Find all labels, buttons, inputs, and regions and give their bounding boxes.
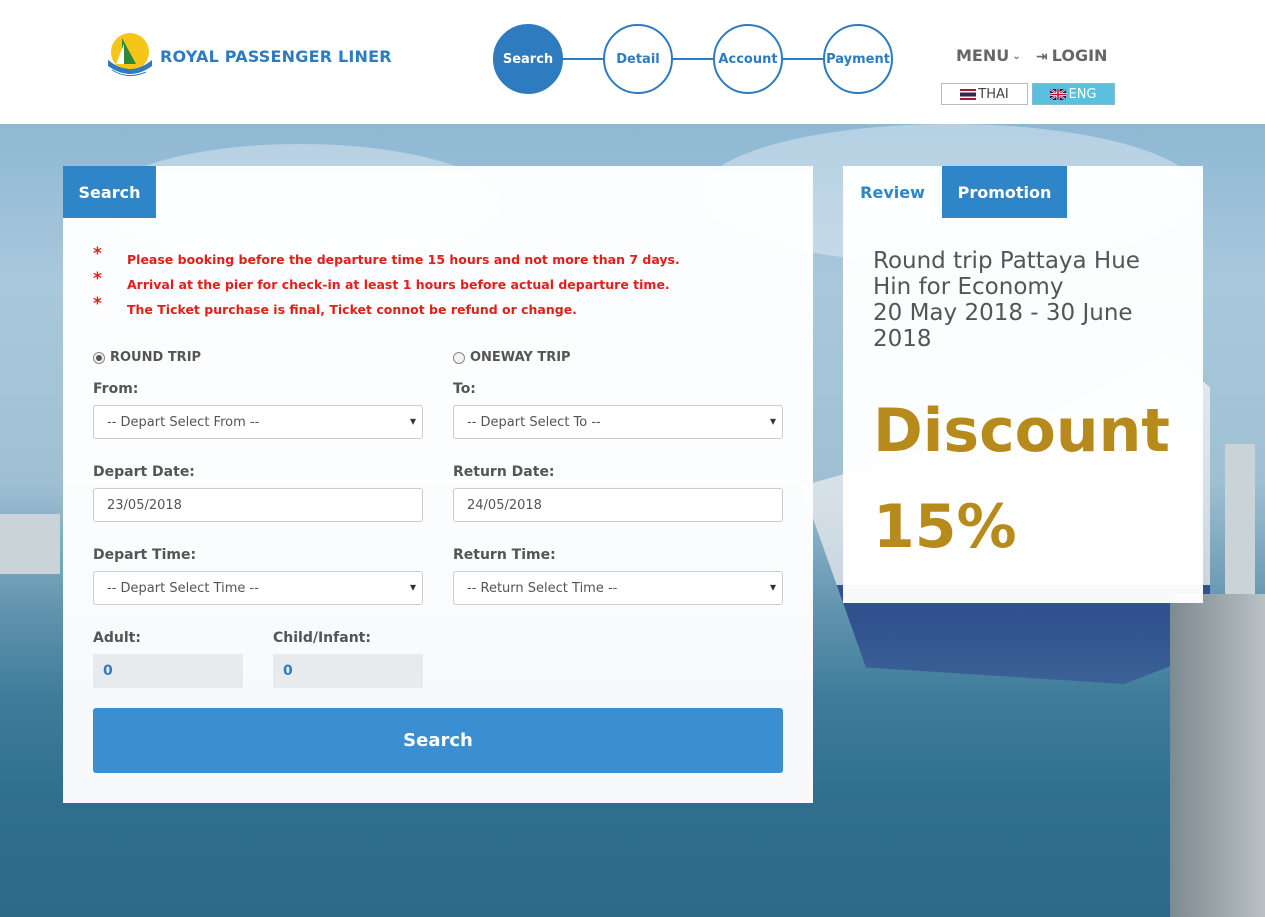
depart-time-select[interactable]: -- Depart Select Time --	[93, 571, 423, 605]
login-button[interactable]: ⇥ LOGIN	[1036, 46, 1107, 65]
tab-review[interactable]: Review	[843, 166, 942, 218]
oneway-trip-option[interactable]: ONEWAY TRIP	[453, 350, 571, 365]
depart-time-label: Depart Time:	[93, 547, 197, 563]
lang-thai-label: THAI	[978, 86, 1009, 102]
required-star: *	[93, 269, 102, 289]
oneway-trip-label: ONEWAY TRIP	[470, 350, 571, 365]
promotion-title-line: Hin for Economy	[873, 274, 1064, 300]
promotion-title-line: Round trip Pattaya Hue	[873, 248, 1140, 274]
discount-percent: 15%	[873, 492, 1017, 562]
discount-heading: Discount	[873, 396, 1170, 466]
step-connector	[781, 58, 825, 60]
site-header: ROYAL PASSENGER LINER Search Detail Acco…	[0, 0, 1265, 124]
lang-thai-button[interactable]: THAI	[941, 83, 1028, 105]
lang-eng-button[interactable]: ENG	[1032, 83, 1115, 105]
return-time-select[interactable]: -- Return Select Time --	[453, 571, 783, 605]
to-select[interactable]: -- Depart Select To --	[453, 405, 783, 439]
step-payment[interactable]: Payment	[823, 24, 893, 94]
child-input[interactable]: 0	[273, 654, 423, 688]
round-trip-option[interactable]: ROUND TRIP	[93, 350, 201, 365]
step-connector	[561, 58, 605, 60]
uk-flag-icon	[1050, 88, 1067, 100]
menu-label: MENU	[956, 46, 1010, 65]
step-detail[interactable]: Detail	[603, 24, 673, 94]
thai-flag-icon	[960, 88, 977, 100]
oneway-trip-radio[interactable]	[453, 351, 465, 364]
logo-icon[interactable]	[102, 30, 154, 82]
note-text: Arrival at the pier for check-in at leas…	[127, 277, 670, 292]
step-connector	[671, 58, 715, 60]
promotion-title-line: 20 May 2018 - 30 June	[873, 300, 1133, 326]
tab-promotion[interactable]: Promotion	[942, 166, 1067, 218]
menu-button[interactable]: MENU ⌄	[956, 46, 1021, 65]
promotion-title-line: 2018	[873, 326, 932, 352]
search-button[interactable]: Search	[93, 708, 783, 773]
from-label: From:	[93, 381, 139, 397]
brand-name[interactable]: ROYAL PASSENGER LINER	[160, 47, 392, 66]
chevron-down-icon: ⌄	[1012, 51, 1021, 62]
return-date-label: Return Date:	[453, 464, 555, 480]
login-icon: ⇥	[1036, 49, 1048, 65]
tab-search[interactable]: Search	[63, 166, 156, 218]
pier-shape	[1170, 594, 1265, 917]
return-date-input[interactable]: 24/05/2018	[453, 488, 783, 522]
required-star: *	[93, 244, 102, 264]
note-text: Please booking before the departure time…	[127, 252, 680, 267]
child-label: Child/Infant:	[273, 630, 371, 646]
return-time-label: Return Time:	[453, 547, 556, 563]
step-search[interactable]: Search	[493, 24, 563, 94]
depart-date-input[interactable]: 23/05/2018	[93, 488, 423, 522]
search-panel: Search * Please booking before the depart…	[63, 166, 813, 803]
step-account[interactable]: Account	[713, 24, 783, 94]
from-select[interactable]: -- Depart Select From --	[93, 405, 423, 439]
depart-date-label: Depart Date:	[93, 464, 195, 480]
promotion-panel: Review Promotion Round trip Pattaya Hue …	[843, 166, 1203, 603]
lang-eng-label: ENG	[1068, 86, 1097, 102]
required-star: *	[93, 294, 102, 314]
adult-label: Adult:	[93, 630, 141, 646]
to-label: To:	[453, 381, 476, 397]
adult-input[interactable]: 0	[93, 654, 243, 688]
round-trip-label: ROUND TRIP	[110, 350, 202, 365]
login-label: LOGIN	[1051, 46, 1108, 65]
promotion-title: Round trip Pattaya Hue Hin for Economy 2…	[873, 248, 1173, 352]
round-trip-radio[interactable]	[93, 351, 105, 364]
building-shape	[0, 514, 60, 574]
booking-steps: Search Detail Account Payment	[493, 24, 893, 94]
note-text: The Ticket purchase is final, Ticket con…	[127, 302, 577, 317]
